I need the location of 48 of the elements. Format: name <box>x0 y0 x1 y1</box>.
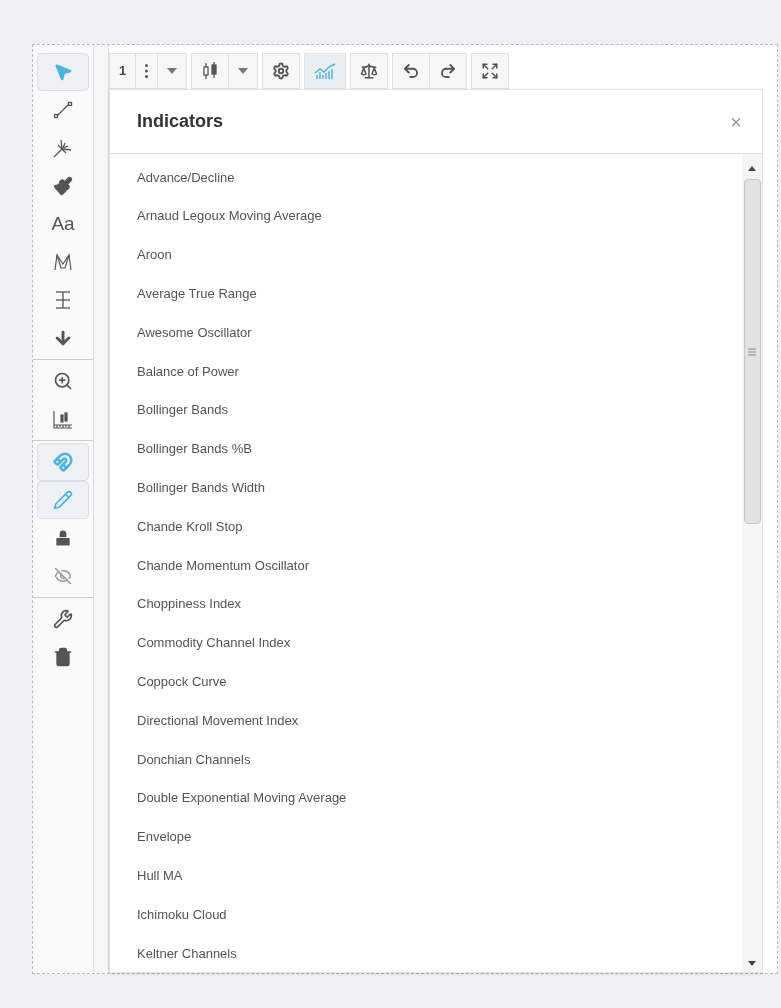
indicator-item[interactable]: Bollinger Bands Width <box>110 468 742 508</box>
indicator-item[interactable]: Balance of Power <box>110 352 742 391</box>
brush-icon <box>53 176 73 196</box>
indicator-item[interactable]: Choppiness Index <box>110 584 742 624</box>
indicator-item[interactable]: Arnaud Legoux Moving Average <box>110 196 742 236</box>
pattern-icon <box>52 251 74 273</box>
undo-icon <box>402 62 421 80</box>
indicator-item[interactable]: Advance/Decline <box>110 158 742 197</box>
cursor-icon <box>53 62 73 82</box>
indicator-item[interactable]: Commodity Channel Index <box>110 623 742 663</box>
dialog-title: Indicators <box>137 110 224 133</box>
redo-icon <box>439 62 458 80</box>
ruler-icon <box>52 408 74 430</box>
zoom-in-icon <box>53 371 73 391</box>
indicator-item[interactable]: Directional Movement Index <box>110 701 742 740</box>
eye-off-icon <box>54 567 72 585</box>
caret-icon <box>238 68 249 74</box>
indicator-item[interactable]: Chande Momentum Oscillator <box>110 545 742 585</box>
indicator-item[interactable]: Chande Kroll Stop <box>110 507 742 546</box>
indicator-item[interactable]: Bollinger Bands %B <box>110 429 742 469</box>
indicator-item[interactable]: Keltner Channels <box>110 933 742 972</box>
indicator-item[interactable]: Bollinger Bands <box>110 390 742 430</box>
indicator-item[interactable]: Awesome Oscillator <box>110 313 742 352</box>
scroll-down-icon <box>748 961 756 966</box>
indicator-item[interactable]: Envelope <box>110 817 742 857</box>
scale-icon <box>360 62 379 80</box>
indicator-item[interactable]: Hull MA <box>110 856 742 896</box>
wrench-icon <box>53 609 73 629</box>
indicator-item[interactable]: Double Exponential Moving Average <box>110 778 742 818</box>
scroll-thumb[interactable] <box>743 179 761 524</box>
trash-icon <box>53 647 73 667</box>
fullscreen-icon <box>481 62 500 80</box>
indicator-item[interactable]: Donchian Channels <box>110 739 742 779</box>
indicator-item[interactable]: Coppock Curve <box>110 662 742 702</box>
indicator-item[interactable]: Ichimoku Cloud <box>110 895 742 934</box>
chart-icon <box>314 63 337 79</box>
more-icon <box>145 64 149 78</box>
scroll-up-icon <box>748 166 756 171</box>
pencil-icon <box>53 490 73 510</box>
magnet-icon <box>53 452 73 472</box>
settings-icon <box>272 62 291 80</box>
candlestick-icon <box>201 61 220 81</box>
text-tool-button[interactable]: Aa <box>37 205 89 243</box>
line-tool-icon <box>52 99 74 121</box>
indicator-item[interactable]: Aroon <box>110 235 742 275</box>
caret-icon <box>167 68 178 74</box>
indicator-item[interactable]: Average True Range <box>110 274 742 314</box>
scrollbar[interactable] <box>742 154 762 972</box>
